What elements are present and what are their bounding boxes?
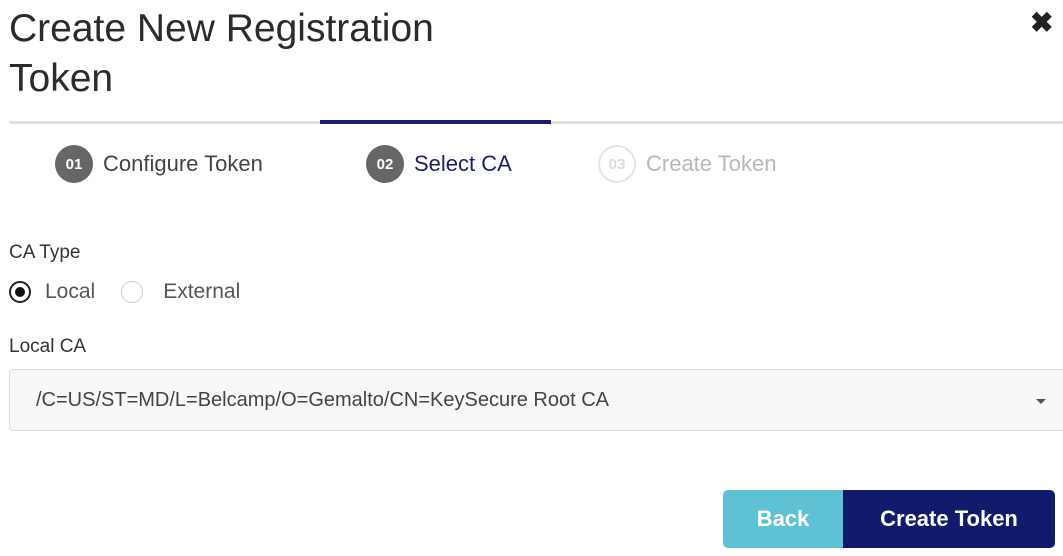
radio-local[interactable] [9, 281, 31, 303]
step-number-badge: 02 [366, 145, 404, 183]
close-icon[interactable]: ✖ [1030, 6, 1053, 39]
step-number-badge: 01 [55, 145, 93, 183]
step-label: Create Token [646, 151, 777, 176]
local-ca-label: Local CA [9, 336, 87, 357]
step-label: Select CA [414, 151, 512, 176]
back-button[interactable]: Back [723, 490, 843, 548]
ca-type-label: CA Type [9, 242, 81, 263]
create-token-button[interactable]: Create Token [843, 490, 1055, 548]
step-create-token: 03 Create Token [598, 145, 776, 183]
local-ca-value: /C=US/ST=MD/L=Belcamp/O=Gemalto/CN=KeySe… [36, 388, 610, 411]
local-ca-select[interactable]: /C=US/ST=MD/L=Belcamp/O=Gemalto/CN=KeySe… [9, 369, 1063, 431]
progress-active-segment [320, 120, 551, 124]
step-select-ca: 02 Select CA [366, 145, 512, 183]
ca-type-radio-group: Local External [9, 280, 240, 304]
radio-external-label[interactable]: External [163, 280, 240, 304]
chevron-down-icon [1036, 399, 1046, 404]
radio-external[interactable] [121, 281, 144, 303]
step-number-badge: 03 [598, 145, 636, 183]
dialog-title: Create New Registration Token [9, 7, 434, 100]
step-label: Configure Token [103, 151, 263, 176]
step-configure-token: 01 Configure Token [55, 145, 263, 183]
radio-local-label[interactable]: Local [45, 280, 95, 304]
